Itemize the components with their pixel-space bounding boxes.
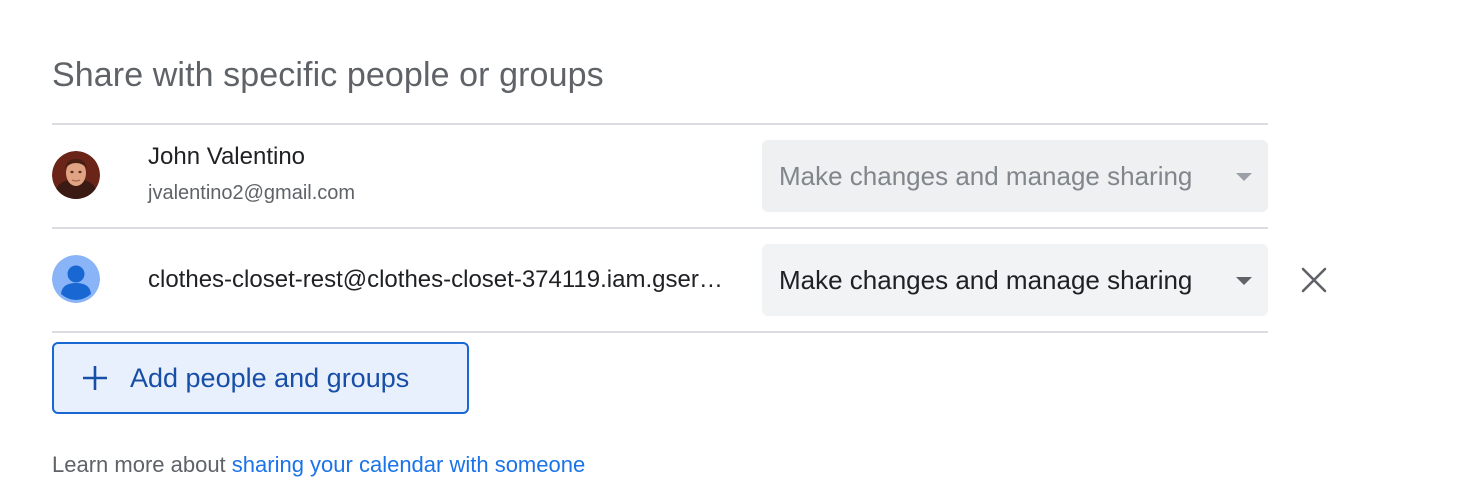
learn-more-link[interactable]: sharing your calendar with someone bbox=[232, 452, 585, 477]
plus-icon bbox=[83, 366, 107, 390]
person-name: John Valentino bbox=[148, 143, 306, 170]
add-people-label: Add people and groups bbox=[130, 362, 410, 393]
chevron-down-icon bbox=[1236, 173, 1252, 181]
add-people-button[interactable]: Add people and groups bbox=[52, 342, 469, 414]
close-icon bbox=[1301, 267, 1327, 293]
permission-label: Make changes and manage sharing bbox=[779, 160, 1193, 191]
person-email: jvalentino2@gmail.com bbox=[148, 182, 356, 204]
permission-select[interactable]: Make changes and manage sharing bbox=[762, 244, 1268, 316]
permission-select: Make changes and manage sharing bbox=[762, 140, 1268, 212]
shared-people-list: John Valentino jvalentino2@gmail.com Mak… bbox=[52, 123, 1327, 333]
person-name: clothes-closet-rest@clothes-closet-37411… bbox=[148, 266, 734, 293]
learn-more-text: Learn more about sharing your calendar w… bbox=[52, 452, 586, 477]
remove-person-button[interactable] bbox=[1300, 266, 1328, 294]
avatar bbox=[52, 151, 100, 199]
person-row: John Valentino jvalentino2@gmail.com Mak… bbox=[52, 125, 1268, 227]
person-row: clothes-closet-rest@clothes-closet-37411… bbox=[52, 229, 1327, 331]
chevron-down-icon bbox=[1236, 277, 1252, 285]
divider bbox=[52, 331, 1268, 333]
avatar bbox=[52, 255, 100, 303]
section-title: Share with specific people or groups bbox=[52, 56, 604, 94]
permission-label: Make changes and manage sharing bbox=[779, 264, 1193, 295]
